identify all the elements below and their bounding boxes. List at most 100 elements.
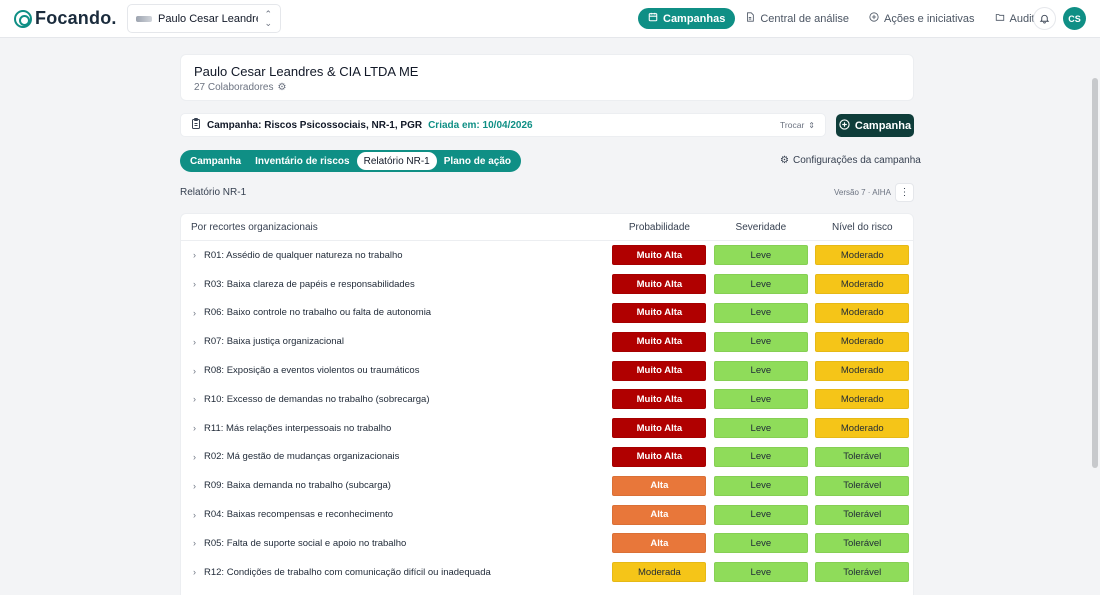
probability-badge: Muito Alta — [612, 446, 707, 467]
gear-icon: ⚙ — [780, 155, 789, 166]
severity-cell: Leve — [710, 274, 811, 295]
table-row[interactable]: › R05: Falta de suporte social e apoio no… — [181, 529, 913, 558]
row-segment: › R02: Má gestão de mudanças organizacion… — [181, 451, 609, 462]
tab-0[interactable]: Campanha — [183, 152, 248, 170]
new-campaign-button[interactable]: Campanha — [836, 114, 914, 137]
table-row[interactable]: › R02: Má gestão de mudanças organizacion… — [181, 443, 913, 472]
probability-cell: Muito Alta — [609, 331, 710, 352]
table-row[interactable]: › R11: Más relações interpessoais no trab… — [181, 414, 913, 443]
campaign-tabs: Campanha Inventário de riscos Relatório NR… — [180, 150, 521, 172]
scrollbar-thumb[interactable] — [1092, 78, 1098, 468]
nav-item-0[interactable]: Campanhas — [638, 8, 736, 29]
chevron-right-icon[interactable]: › — [193, 308, 196, 318]
chevron-right-icon[interactable]: › — [193, 394, 196, 404]
app-name: Focando. — [35, 8, 117, 28]
risk-level-cell: Moderado — [812, 245, 913, 266]
switch-campaign-label: Trocar — [780, 120, 805, 130]
risk-level-badge: Moderado — [815, 245, 910, 266]
company-selector-label: Paulo Cesar Leandre... — [158, 12, 258, 25]
severity-cell: Leve — [710, 331, 811, 352]
risk-label: R04: Baixas recompensas e reconhecimento — [204, 509, 394, 521]
risk-level-cell: Moderado — [812, 418, 913, 439]
severity-badge: Leve — [713, 302, 808, 323]
chevron-right-icon[interactable]: › — [193, 337, 196, 347]
probability-badge: Alta — [612, 475, 707, 496]
page-scrollbar[interactable] — [1090, 38, 1100, 595]
company-title: Paulo Cesar Leandres & CIA LTDA ME — [194, 64, 419, 79]
probability-cell: Muito Alta — [609, 245, 710, 266]
tab-1[interactable]: Inventário de riscos — [248, 152, 356, 170]
chevron-right-icon[interactable]: › — [193, 510, 196, 520]
column-header-probability: Probabilidade — [628, 221, 690, 233]
risk-level-cell: Tolerável — [812, 562, 913, 583]
collaborators-info: 27 Colaboradores ⚙ — [194, 82, 900, 93]
tab-2[interactable]: Relatório NR-1 — [356, 152, 437, 170]
probability-cell: Muito Alta — [609, 274, 710, 295]
severity-badge: Leve — [713, 504, 808, 525]
campaign-settings-link[interactable]: ⚙ Configurações da campanha — [780, 155, 921, 166]
risk-level-cell: Tolerável — [812, 475, 913, 496]
chevron-up-down-icon: ⌃ ⌄ — [264, 8, 272, 28]
notifications-bell-icon[interactable] — [1033, 7, 1056, 30]
row-segment: › R01: Assédio de qualquer natureza no tr… — [181, 250, 609, 261]
table-row[interactable]: › R09: Baixa demanda no trabalho (subcarg… — [181, 471, 913, 500]
table-row[interactable]: › R12: Condições de trabalho com comunica… — [181, 558, 913, 587]
chevron-right-icon[interactable]: › — [193, 279, 196, 289]
table-row[interactable]: › R04: Baixas recompensas e reconheciment… — [181, 500, 913, 529]
risk-level-badge: Moderado — [815, 331, 910, 352]
report-version: Versão 7 · AIHA — [834, 188, 891, 197]
tab-3[interactable]: Plano de ação — [437, 152, 518, 170]
chevron-right-icon[interactable]: › — [193, 366, 196, 376]
chevron-right-icon[interactable]: › — [193, 423, 196, 433]
chevron-right-icon[interactable]: › — [193, 452, 196, 462]
severity-cell: Leve — [710, 360, 811, 381]
risk-label: R07: Baixa justiça organizacional — [204, 336, 344, 348]
risk-level-badge: Tolerável — [815, 504, 910, 525]
chevron-right-icon[interactable]: › — [193, 250, 196, 260]
probability-badge: Muito Alta — [612, 274, 707, 295]
chevron-right-icon[interactable]: › — [193, 481, 196, 491]
main-nav: Campanhas Central de análise Ações e inici… — [638, 8, 1063, 29]
switch-campaign-button[interactable]: Trocar ⇕ — [780, 120, 815, 130]
folder-icon — [995, 12, 1005, 25]
probability-cell: Muito Alta — [609, 446, 710, 467]
risk-label: R10: Excesso de demandas no trabalho (so… — [204, 393, 430, 405]
nav-item-2[interactable]: Ações e iniciativas — [859, 8, 985, 29]
calendar-icon — [648, 12, 658, 25]
plus-circle-icon — [869, 12, 879, 25]
nav-item-label: Central de análise — [760, 12, 850, 25]
user-avatar[interactable]: CS — [1063, 7, 1086, 30]
company-logo-icon — [136, 15, 152, 22]
company-selector[interactable]: Paulo Cesar Leandre... ⌃⌄ — [127, 4, 281, 33]
severity-cell: Leve — [710, 418, 811, 439]
campaign-settings-label: Configurações da campanha — [792, 155, 921, 166]
row-segment: › R09: Baixa demanda no trabalho (subcarg… — [181, 480, 609, 491]
more-options-button[interactable]: ⋮ — [895, 183, 914, 202]
table-row[interactable]: › R07: Baixa justiça organizacional Muito … — [181, 327, 913, 356]
risk-level-badge: Moderado — [815, 389, 910, 410]
severity-badge: Leve — [713, 418, 808, 439]
chevron-right-icon[interactable]: › — [193, 567, 196, 577]
probability-cell: Moderada — [609, 562, 710, 583]
table-row[interactable]: › R06: Baixo controle no trabalho ou falt… — [181, 299, 913, 328]
row-segment: › R07: Baixa justiça organizacional — [181, 336, 609, 347]
chevron-right-icon[interactable]: › — [193, 538, 196, 548]
risk-label: R08: Exposição a eventos violentos ou tr… — [204, 365, 420, 377]
gear-icon[interactable]: ⚙ — [278, 82, 287, 93]
app-logo[interactable]: Focando. — [14, 8, 117, 29]
risk-level-cell: Tolerável — [812, 504, 913, 525]
table-row[interactable]: › R01: Assédio de qualquer natureza no tr… — [181, 241, 913, 270]
risk-label: R11: Más relações interpessoais no traba… — [204, 422, 392, 434]
nav-item-1[interactable]: Central de análise — [735, 8, 859, 29]
campaign-bar: Campanha: Riscos Psicossociais, NR-1, PG… — [180, 113, 826, 137]
risk-label: R06: Baixo controle no trabalho ou falta… — [204, 307, 432, 319]
severity-badge: Leve — [713, 562, 808, 583]
table-row[interactable]: › R03: Baixa clareza de papéis e responsa… — [181, 270, 913, 299]
row-segment: › R08: Exposição a eventos violentos ou t… — [181, 365, 609, 376]
table-row[interactable]: › R10: Excesso de demandas no trabalho (s… — [181, 385, 913, 414]
collaborators-count: 27 Colaboradores — [194, 82, 274, 93]
campaign-name: Campanha: Riscos Psicossociais, NR-1, PG… — [207, 119, 423, 131]
table-row[interactable]: › R08: Exposição a eventos violentos ou t… — [181, 356, 913, 385]
vertical-dots-icon: ⋮ — [899, 187, 910, 198]
severity-cell: Leve — [710, 504, 811, 525]
